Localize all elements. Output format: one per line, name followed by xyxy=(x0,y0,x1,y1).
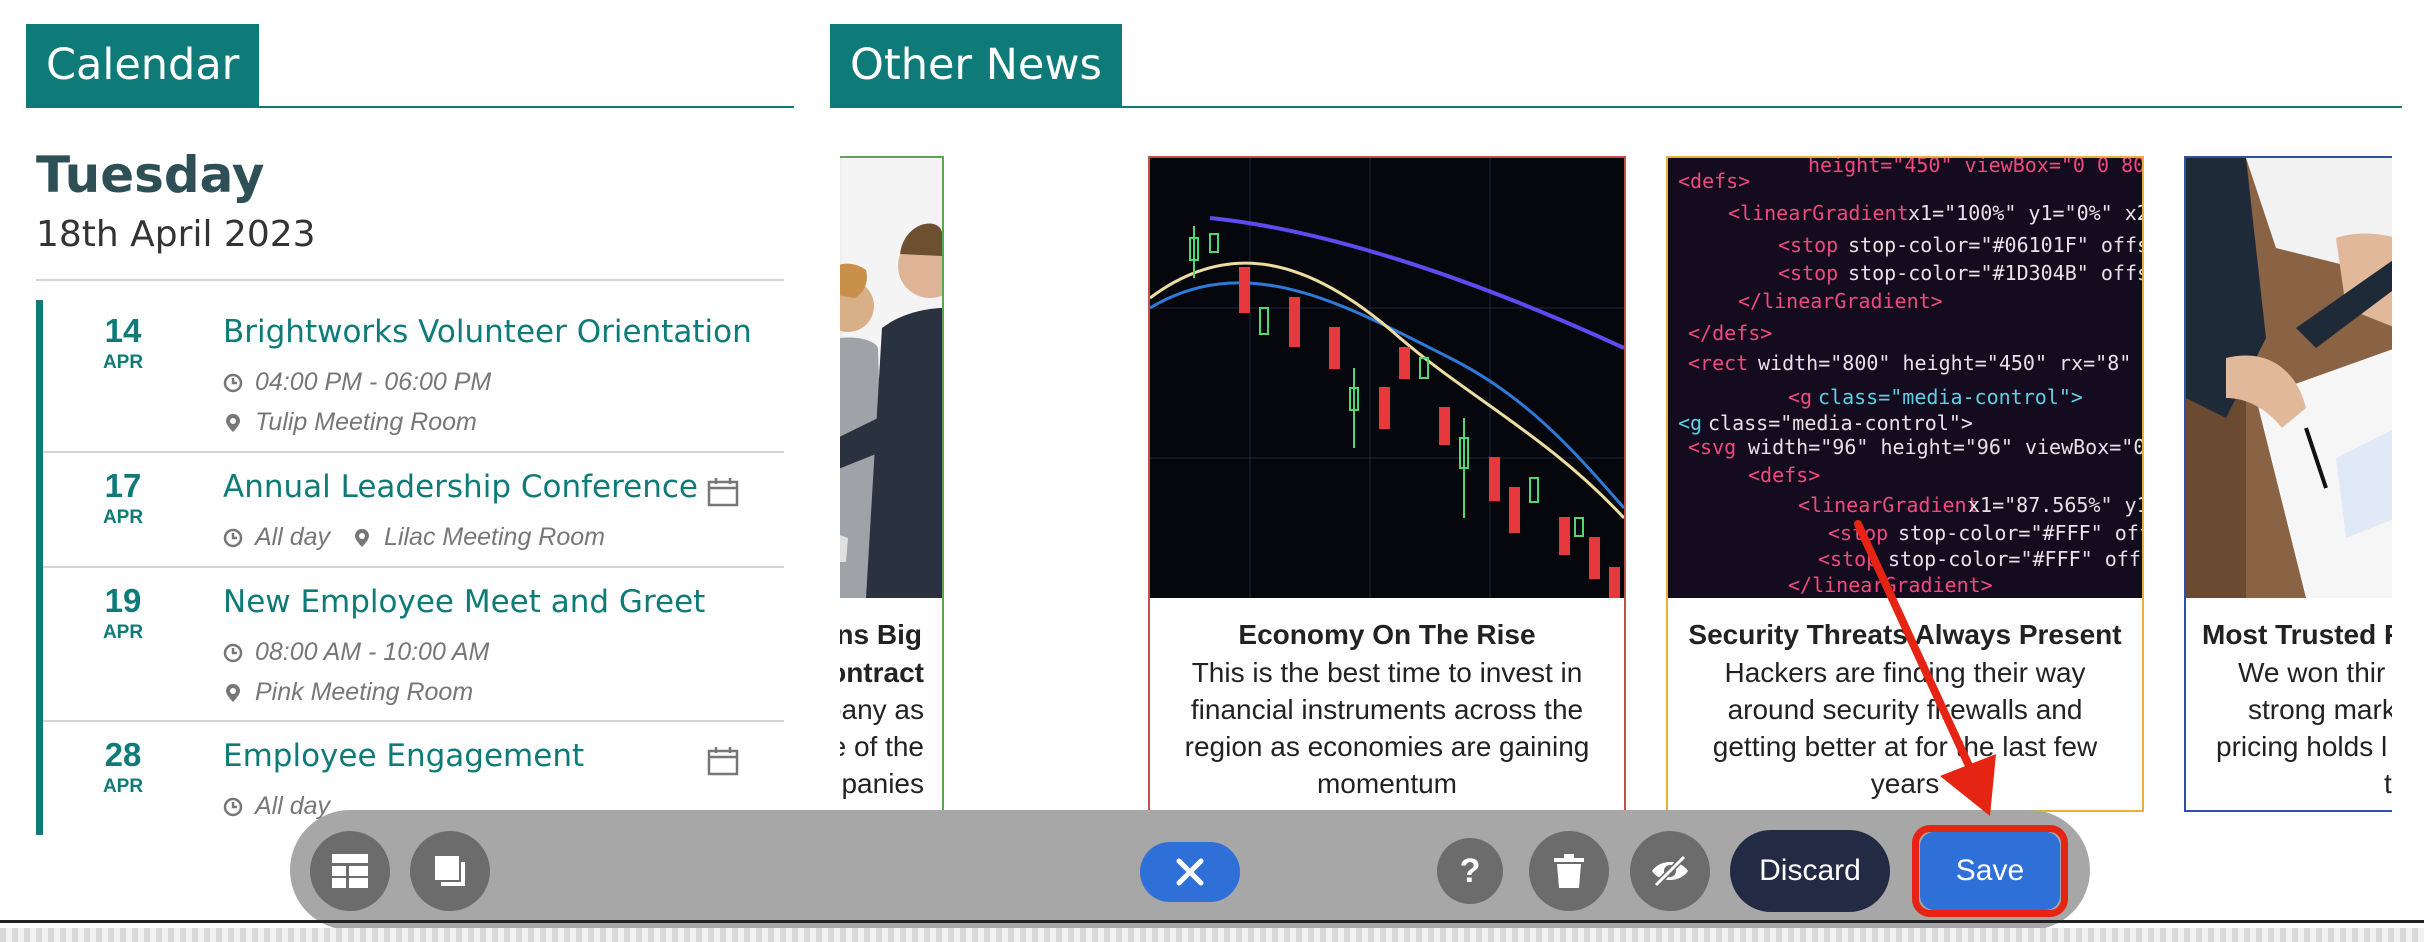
location-pin-icon xyxy=(226,413,240,432)
svg-text:<svg: <svg xyxy=(1688,435,1736,459)
annotation-arrow xyxy=(1854,520,1996,816)
news-heading: Other News xyxy=(830,24,1122,106)
add-to-calendar-icon[interactable] xyxy=(707,746,739,776)
news-card[interactable]: urance Wins Big ontract for the company … xyxy=(840,156,944,812)
svg-text:<stop: <stop xyxy=(1778,261,1838,285)
news-title[interactable]: Economy On The Rise xyxy=(1150,616,1624,654)
event-month: APR xyxy=(102,622,144,643)
event-month: APR xyxy=(102,352,144,373)
svg-text:<defs>: <defs> xyxy=(1748,463,1820,487)
calendar-heading: Calendar xyxy=(26,24,260,106)
event-time: 08:00 AM - 10:00 AM xyxy=(255,638,490,666)
event-time: 04:00 PM - 06:00 PM xyxy=(255,368,492,396)
news-description: ontract for the company as rust of one o… xyxy=(840,657,924,799)
news-title[interactable]: Most Trusted F xyxy=(2186,616,2392,654)
trash-icon xyxy=(1554,854,1584,888)
calendar-date: 18th April 2023 xyxy=(36,214,316,255)
delete-button[interactable] xyxy=(1529,831,1609,911)
news-carousel[interactable]: urance Wins Big ontract for the company … xyxy=(840,156,2392,812)
event-location-row: Tulip Meeting Room xyxy=(223,408,499,437)
event-location: Lilac Meeting Room xyxy=(384,523,605,551)
svg-text:</linearGradient>: </linearGradient> xyxy=(1738,289,1943,313)
add-to-calendar-icon[interactable] xyxy=(707,477,739,507)
save-highlight-annotation xyxy=(1912,825,2068,917)
news-image xyxy=(1150,158,1624,598)
svg-text:<rect: <rect xyxy=(1688,351,1748,375)
calendar-day: Tuesday xyxy=(36,146,265,204)
event-item[interactable]: 14 APR Brightworks Volunteer Orientation… xyxy=(43,300,784,452)
hide-button[interactable] xyxy=(1630,831,1710,911)
event-title[interactable]: Annual Leadership Conference xyxy=(223,469,698,505)
event-day: 28 xyxy=(104,736,142,773)
help-button[interactable]: ? xyxy=(1437,838,1503,904)
event-title[interactable]: Employee Engagement xyxy=(223,738,584,774)
news-description: This is the best time to invest in finan… xyxy=(1184,657,1590,799)
help-icon: ? xyxy=(1459,851,1481,890)
page: Calendar Tuesday 18th April 2023 14 APR … xyxy=(0,0,2424,942)
duplicate-button[interactable] xyxy=(410,831,490,911)
event-time: All day xyxy=(255,792,331,820)
location-pin-icon xyxy=(355,528,370,547)
event-time-row: 04:00 PM - 06:00 PM xyxy=(223,368,513,397)
event-month: APR xyxy=(102,776,144,797)
svg-text:stop-color="#1D304B" offset=: stop-color="#1D304B" offset= xyxy=(1848,261,2142,285)
svg-text:</defs>: </defs> xyxy=(1688,321,1772,345)
svg-text:<defs>: <defs> xyxy=(1678,169,1750,193)
news-card[interactable]: Most Trusted F We won thir strong mark p… xyxy=(2184,156,2392,812)
news-description: We won thir strong mark pricing holds l … xyxy=(2216,657,2392,799)
svg-text:stop-color="#06101F" offset=: stop-color="#06101F" offset= xyxy=(1848,233,2142,257)
event-time-row: 08:00 AM - 10:00 AM xyxy=(223,638,511,667)
event-day: 17 xyxy=(104,467,142,504)
copy-icon xyxy=(435,856,465,886)
event-month: APR xyxy=(102,507,144,528)
svg-text:class="media-control">: class="media-control"> xyxy=(1708,411,1973,435)
documents-desk-photo xyxy=(2186,158,2392,598)
divider xyxy=(0,920,2424,923)
event-meta-row: All day Lilac Meeting Room xyxy=(223,523,627,552)
close-button[interactable] xyxy=(1140,842,1240,902)
stock-chart-photo xyxy=(1150,158,1624,598)
event-location: Tulip Meeting Room xyxy=(255,408,477,436)
clock-icon xyxy=(223,797,243,816)
discard-button[interactable]: Discard xyxy=(1730,830,1890,912)
svg-text:<g: <g xyxy=(1788,385,1812,409)
svg-text:<stop: <stop xyxy=(1778,233,1838,257)
svg-text:<linearGradient: <linearGradient xyxy=(1728,201,1909,225)
news-image xyxy=(2186,158,2392,598)
clock-icon xyxy=(223,528,243,547)
event-title[interactable]: New Employee Meet and Greet xyxy=(223,584,705,620)
news-header: Other News xyxy=(830,24,2402,108)
event-day: 14 xyxy=(104,312,142,349)
svg-text:x1="100%" y1="0%" x2=: x1="100%" y1="0%" x2= xyxy=(1908,201,2142,225)
news-card[interactable]: Economy On The Rise This is the best tim… xyxy=(1148,156,1626,812)
event-time: All day xyxy=(255,523,331,551)
event-item[interactable]: 19 APR New Employee Meet and Greet 08:00… xyxy=(43,568,784,720)
event-item[interactable]: 17 APR Annual Leadership Conference All … xyxy=(43,453,784,565)
calendar-header: Calendar xyxy=(26,24,794,108)
svg-text:width="800" height="450" rx="8: width="800" height="450" rx="8" fill= xyxy=(1758,351,2142,375)
event-day: 19 xyxy=(104,582,142,619)
svg-text:width="96" height="96" viewBox: width="96" height="96" viewBox="0 0 96 xyxy=(1748,435,2142,459)
clock-icon xyxy=(223,373,243,392)
close-icon xyxy=(1176,858,1204,886)
clock-icon xyxy=(223,643,243,662)
svg-text:<g: <g xyxy=(1678,411,1702,435)
location-pin-icon xyxy=(226,683,240,702)
layout-button[interactable] xyxy=(310,831,390,911)
events-accent-bar xyxy=(36,300,43,835)
event-location: Pink Meeting Room xyxy=(255,678,474,706)
news-title[interactable]: urance Wins Big xyxy=(840,616,942,654)
eye-slash-icon xyxy=(1652,855,1688,887)
layout-icon xyxy=(332,854,368,888)
news-image xyxy=(840,158,942,598)
event-title[interactable]: Brightworks Volunteer Orientation xyxy=(223,314,752,350)
footer-strip xyxy=(0,928,2424,942)
svg-text:height="450" viewBox="0 0 80: height="450" viewBox="0 0 80 xyxy=(1808,158,2142,177)
business-people-photo xyxy=(840,158,942,598)
divider xyxy=(36,279,784,281)
event-location-row: Pink Meeting Room xyxy=(223,678,495,707)
svg-text:class="media-control">: class="media-control"> xyxy=(1818,385,2083,409)
